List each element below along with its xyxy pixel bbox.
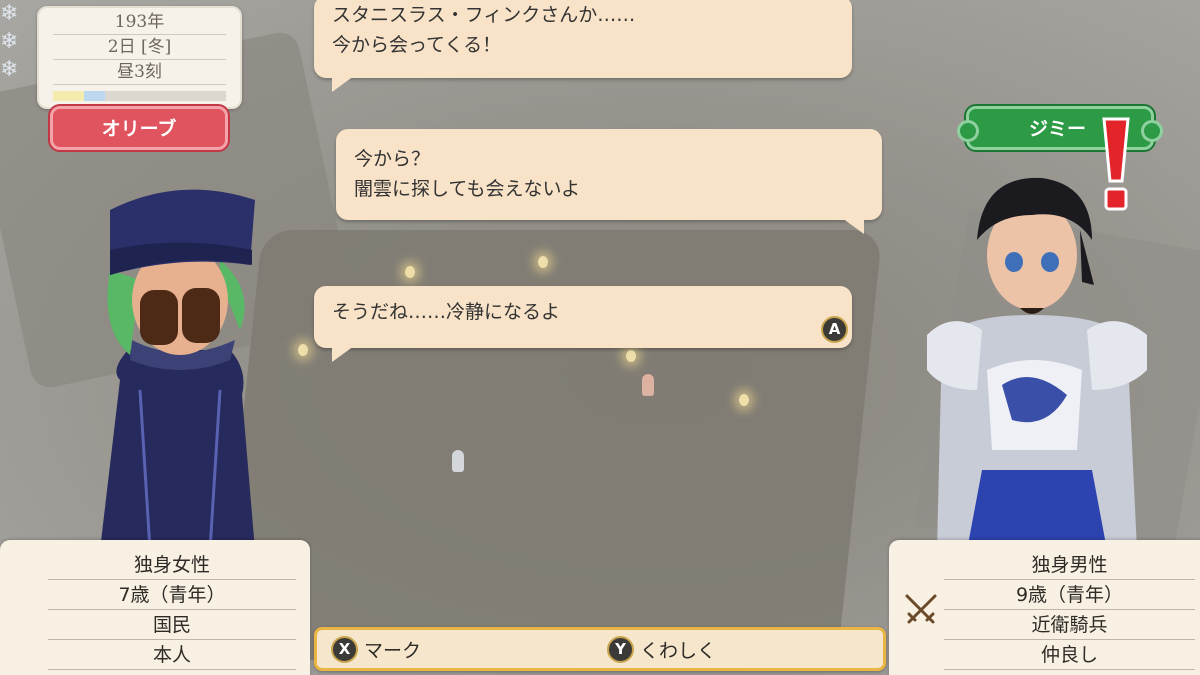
marital-status: 独身男性 bbox=[944, 550, 1195, 580]
bubble-2-line-1: 今から？ bbox=[354, 148, 431, 170]
day-season-label: 2日 [冬] bbox=[53, 35, 226, 60]
speaker-name-left: オリーブ bbox=[50, 106, 228, 150]
time-label: 昼3刻 bbox=[53, 60, 226, 85]
role-label: 近衛騎兵 bbox=[944, 610, 1195, 640]
profile-panel-right: 独身男性 9歳（青年） 近衛騎兵 仲良し bbox=[889, 540, 1200, 675]
mark-action-label: マーク bbox=[364, 640, 422, 662]
speech-bubble-3[interactable]: そうだね……冷静になるよ A bbox=[314, 286, 852, 362]
x-button-icon: X bbox=[331, 636, 358, 663]
details-action-label: くわしく bbox=[640, 640, 717, 662]
bubble-1-line-2: 今から会ってくる！ bbox=[332, 34, 502, 56]
year-label: 193年 bbox=[53, 10, 226, 35]
season-segment-spring bbox=[53, 91, 85, 101]
marital-status: 独身女性 bbox=[48, 550, 296, 580]
speech-bubble-1: スタニスラス・フィンクさんか…… 今から会ってくる！ bbox=[314, 0, 852, 92]
season-segment-rest bbox=[104, 91, 226, 101]
advance-a-button-icon[interactable]: A bbox=[821, 316, 848, 343]
crossed-swords-icon bbox=[905, 594, 937, 624]
bubble-tail bbox=[332, 76, 354, 92]
season-progress-bar bbox=[53, 91, 226, 101]
bubble-3-line-1: そうだね……冷静になるよ bbox=[332, 301, 561, 323]
snowflake-icon: ❄ ❄ ❄ bbox=[0, 1, 19, 82]
age-label: 7歳（青年） bbox=[48, 580, 296, 610]
date-panel: 193年 2日 [冬] 昼3刻 bbox=[37, 6, 242, 109]
relation-label: 仲良し bbox=[944, 640, 1195, 670]
role-label: 国民 bbox=[48, 610, 296, 640]
y-button-icon: Y bbox=[607, 636, 634, 663]
details-action-button[interactable]: Y くわしく bbox=[607, 636, 716, 663]
relation-label: 本人 bbox=[48, 640, 296, 670]
action-bar: X マーク Y くわしく bbox=[314, 627, 886, 671]
profile-panel-left: 独身女性 7歳（青年） 国民 本人 bbox=[0, 540, 310, 675]
season-segment-current bbox=[84, 91, 105, 101]
age-label: 9歳（青年） bbox=[944, 580, 1195, 610]
bubble-tail bbox=[842, 218, 864, 234]
speech-bubble-2: 今から？ 闇雲に探しても会えないよ bbox=[336, 129, 882, 234]
bubble-2-line-2: 闇雲に探しても会えないよ bbox=[354, 178, 581, 200]
character-portrait-right bbox=[927, 177, 1147, 550]
bubble-1-line-1: スタニスラス・フィンクさんか…… bbox=[332, 4, 636, 26]
character-portrait-left bbox=[100, 189, 255, 550]
bubble-tail bbox=[332, 346, 354, 362]
mark-action-button[interactable]: X マーク bbox=[331, 636, 421, 663]
